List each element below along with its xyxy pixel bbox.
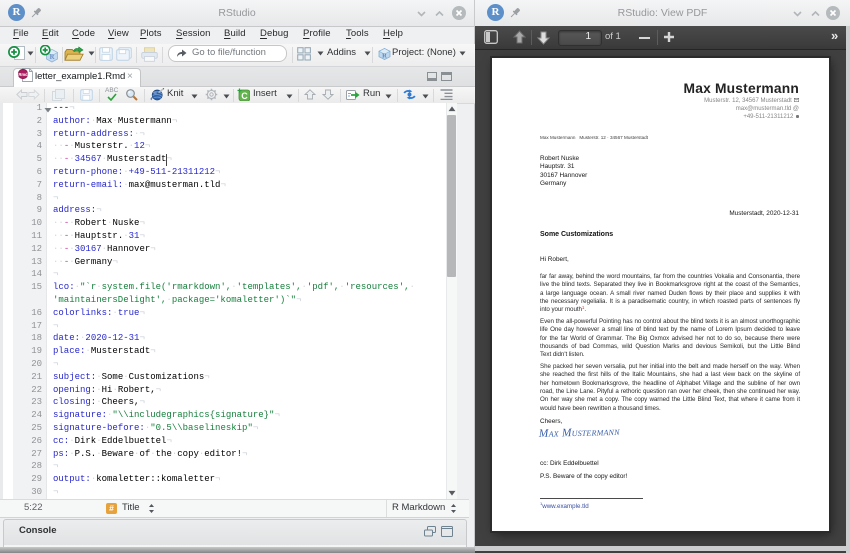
svg-text:Rmd: Rmd [18,72,28,77]
svg-text:C: C [241,91,248,101]
svg-text:R: R [382,53,387,60]
